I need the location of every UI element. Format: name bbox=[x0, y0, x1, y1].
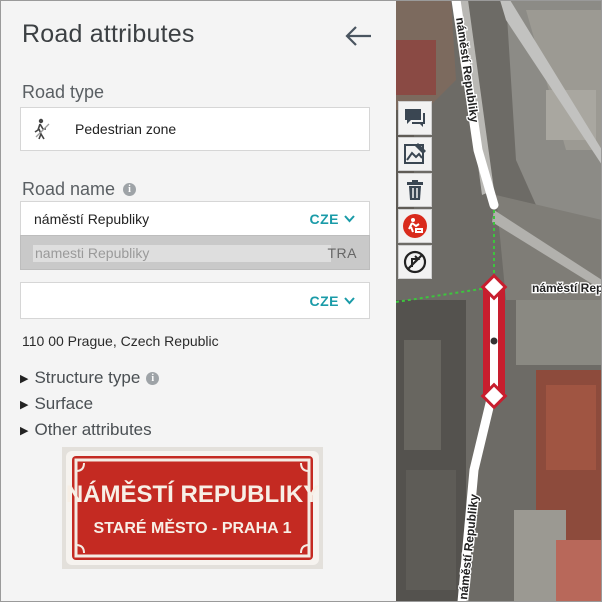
sign-line-2: STARÉ MĚSTO - PRAHA 1 bbox=[94, 518, 292, 537]
transliteration-value: namesti Republiky bbox=[35, 245, 150, 261]
road-type-field[interactable]: Pedestrian zone bbox=[20, 107, 370, 151]
road-name-label-row: Road name i bbox=[22, 179, 137, 200]
other-attributes-expander[interactable]: ▶ Other attributes bbox=[20, 420, 152, 440]
comment-icon bbox=[405, 109, 425, 127]
restriction-button[interactable] bbox=[398, 245, 432, 279]
structure-type-label: Structure type bbox=[34, 368, 141, 387]
expand-triangle-icon: ▶ bbox=[20, 398, 29, 411]
street-sign-photo: NÁMĚSTÍ REPUBLIKY STARÉ MĚSTO - PRAHA 1 bbox=[62, 447, 323, 569]
edit-picture-icon bbox=[404, 143, 426, 164]
info-icon[interactable]: i bbox=[146, 371, 160, 385]
construction-icon bbox=[403, 214, 427, 238]
transliteration-tag: TRA bbox=[327, 245, 357, 261]
language-code: CZE bbox=[309, 211, 339, 227]
map-canvas[interactable]: náměstí Republiky náměstí Republiky námě… bbox=[396, 0, 602, 602]
pedestrian-icon bbox=[32, 118, 52, 145]
delete-button[interactable] bbox=[398, 173, 432, 207]
road-type-label: Road type bbox=[22, 82, 105, 102]
map-toolbar bbox=[398, 101, 432, 285]
street-label-east: náměstí Republiky bbox=[532, 281, 602, 295]
back-arrow-icon[interactable] bbox=[344, 24, 372, 48]
road-name-second-field[interactable]: CZE bbox=[20, 282, 370, 319]
chevron-down-icon bbox=[344, 297, 355, 305]
address-text: 110 00 Prague, Czech Republic bbox=[22, 333, 219, 349]
info-icon[interactable]: i bbox=[123, 183, 137, 196]
second-language-select[interactable]: CZE bbox=[310, 293, 356, 309]
road-name-value: náměstí Republiky bbox=[34, 211, 150, 227]
road-attributes-panel: Road attributes Road type Pedestrian zon… bbox=[0, 0, 396, 602]
road-type-value: Pedestrian zone bbox=[75, 121, 177, 137]
road-name-field[interactable]: náměstí Republiky CZE bbox=[20, 201, 370, 236]
structure-type-expander[interactable]: ▶ Structure type i bbox=[20, 368, 160, 388]
sign-line-1: NÁMĚSTÍ REPUBLIKY bbox=[66, 480, 319, 508]
edit-picture-button[interactable] bbox=[398, 137, 432, 171]
comment-button[interactable] bbox=[398, 101, 432, 135]
second-language-code: CZE bbox=[309, 293, 339, 309]
construction-button[interactable] bbox=[398, 209, 432, 243]
chevron-down-icon bbox=[344, 215, 355, 223]
surface-label: Surface bbox=[34, 394, 94, 413]
delete-icon bbox=[407, 180, 423, 200]
expand-triangle-icon: ▶ bbox=[20, 424, 29, 437]
language-select[interactable]: CZE bbox=[310, 211, 356, 227]
other-attributes-label: Other attributes bbox=[34, 420, 152, 439]
expand-triangle-icon: ▶ bbox=[20, 372, 29, 385]
panel-title: Road attributes bbox=[22, 20, 195, 48]
surface-expander[interactable]: ▶ Surface bbox=[20, 394, 93, 414]
restriction-icon bbox=[403, 250, 427, 274]
transliteration-row: namesti Republiky TRA bbox=[20, 235, 370, 270]
road-name-label: Road name bbox=[22, 179, 116, 199]
map-view[interactable]: náměstí Republiky náměstí Republiky námě… bbox=[396, 0, 602, 602]
